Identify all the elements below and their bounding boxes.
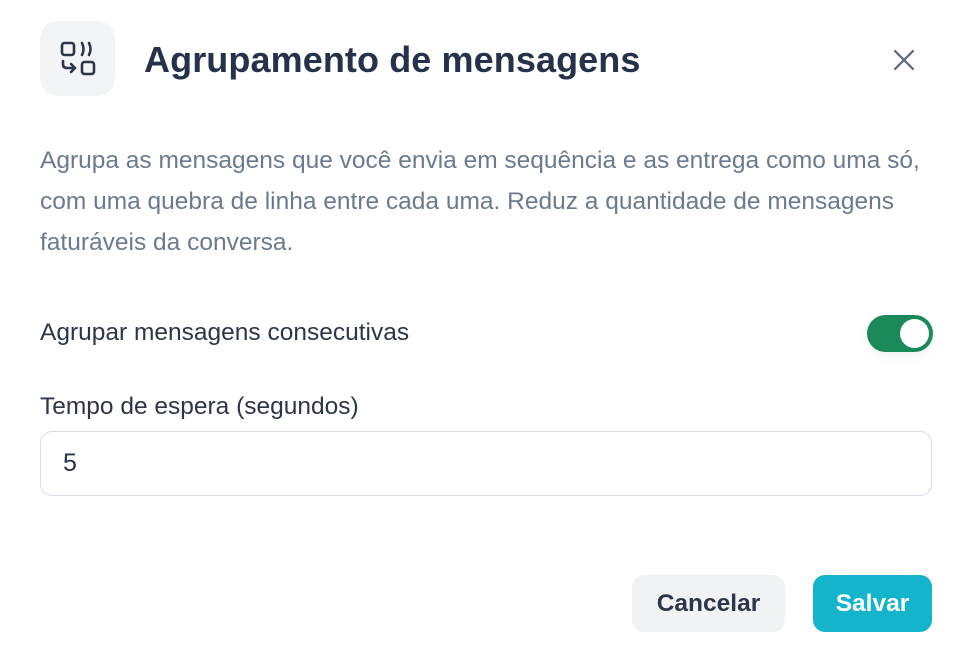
- dialog-description: Agrupa as mensagens que você envia em se…: [40, 147, 920, 256]
- save-button[interactable]: Salvar: [813, 575, 932, 632]
- close-button[interactable]: [886, 42, 922, 78]
- dialog-title: Agrupamento de mensagens: [144, 39, 641, 80]
- close-icon: [893, 49, 915, 71]
- message-grouping-dialog: Agrupamento de mensagens Agrupa as mensa…: [0, 0, 976, 662]
- toggle-knob: [900, 319, 929, 348]
- group-consecutive-label: Agrupar mensagens consecutivas: [40, 319, 410, 346]
- wait-time-label: Tempo de espera (segundos): [40, 393, 359, 420]
- wait-time-input[interactable]: [40, 431, 932, 496]
- message-grouping-icon: [40, 21, 115, 96]
- cancel-button[interactable]: Cancelar: [632, 575, 785, 632]
- group-consecutive-toggle[interactable]: [867, 315, 933, 352]
